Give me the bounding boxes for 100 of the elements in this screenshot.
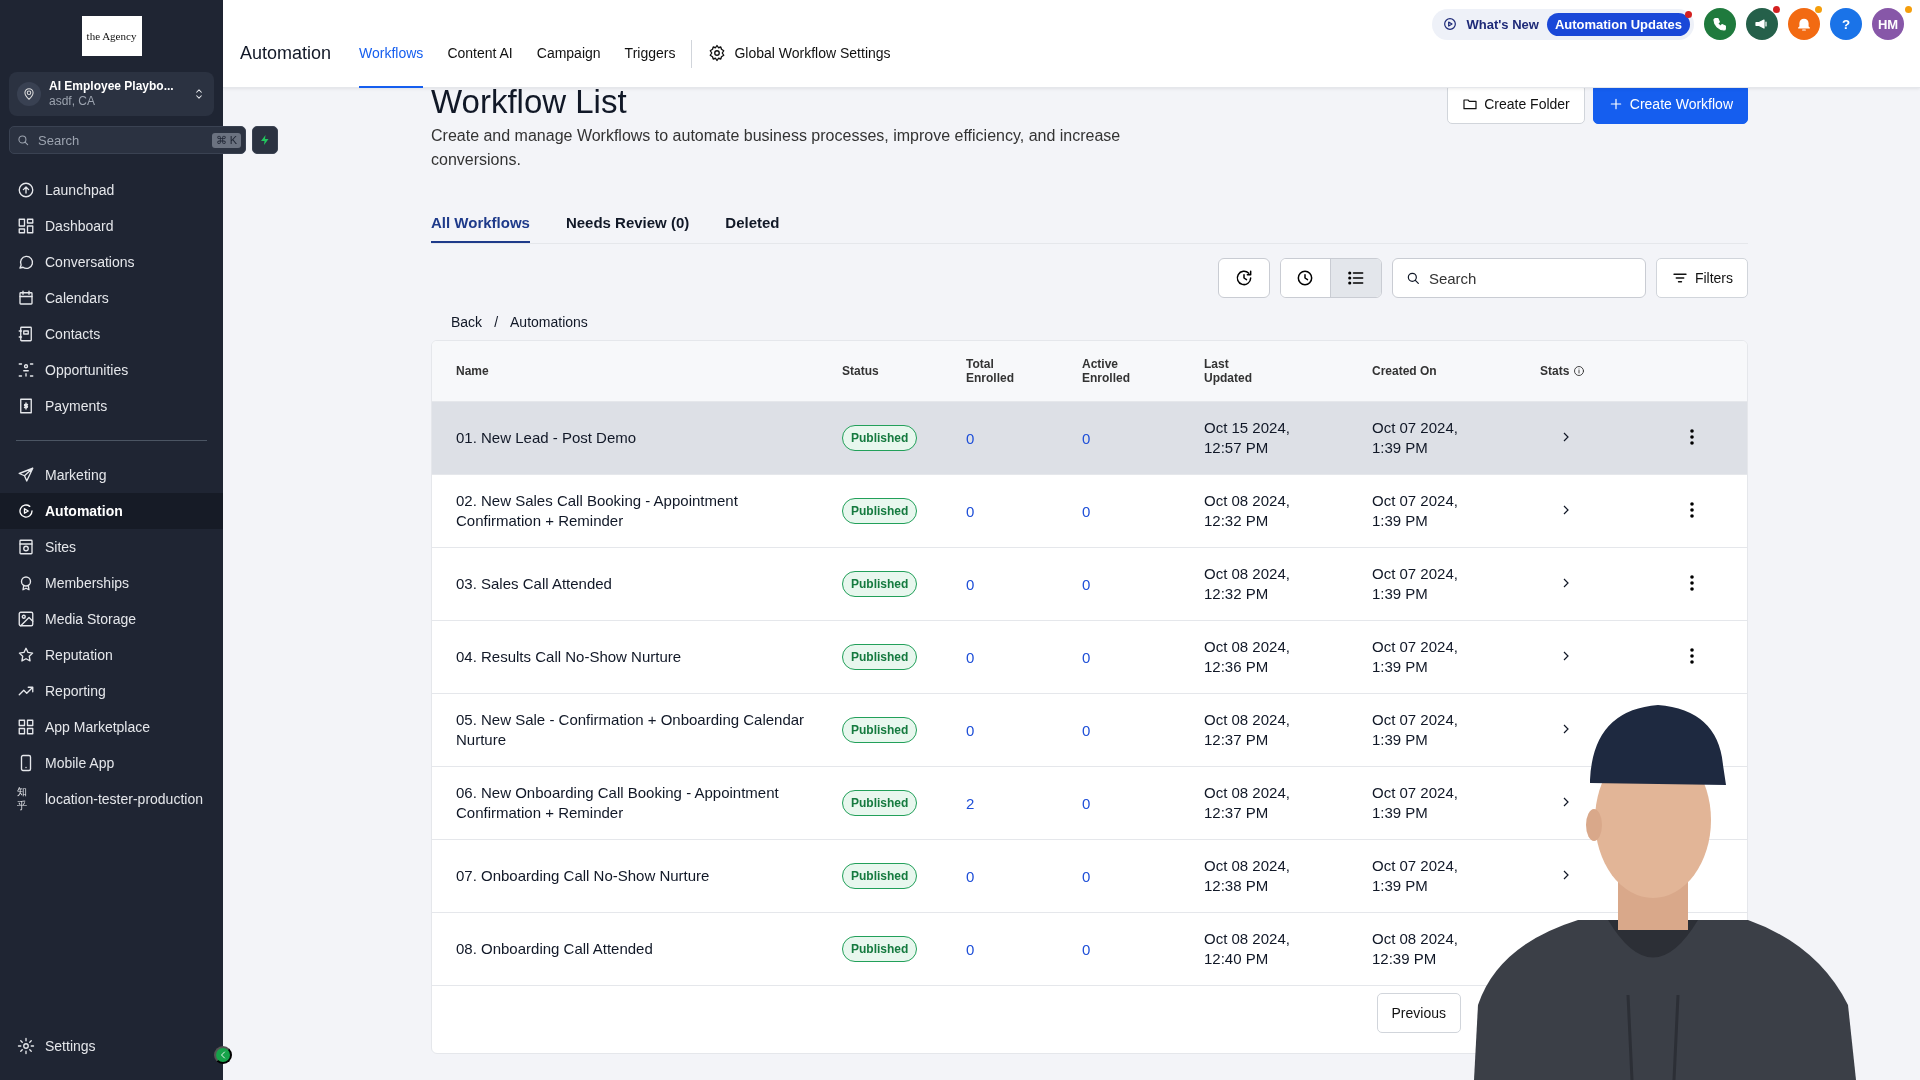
search-field[interactable]: Search: [1391, 258, 1646, 298]
sidebar-item[interactable]: Memberships: [0, 565, 223, 601]
sidebar-item[interactable]: Automation: [0, 493, 223, 529]
more-menu-icon[interactable]: [1690, 428, 1694, 445]
history-button[interactable]: [1217, 258, 1270, 298]
last-updated: Oct 08 2024, 12:37 PM: [1204, 710, 1291, 750]
workflow-name[interactable]: 01. New Lead - Post Demo: [456, 428, 842, 448]
created-on: Oct 07 2024, 1:39 PM: [1372, 418, 1459, 458]
column-header: Last Updated: [1204, 357, 1253, 385]
sidebar-item[interactable]: Launchpad: [0, 172, 223, 208]
workflow-name[interactable]: 07. Onboarding Call No-Show Nurture: [456, 866, 842, 886]
filters-button[interactable]: Filters: [1655, 258, 1748, 298]
account-location: asdf, CA: [49, 94, 97, 109]
sidebar-item[interactable]: Marketing: [0, 457, 223, 493]
search-input[interactable]: Search: [36, 131, 206, 149]
filter-tab[interactable]: All Workflows: [431, 214, 530, 243]
sidebar-item[interactable]: App Marketplace: [0, 709, 223, 745]
sidebar-item[interactable]: Opportunities: [0, 352, 223, 388]
whats-new-pill[interactable]: What's New Automation Updates: [1432, 8, 1694, 40]
sidebar-item[interactable]: Conversations: [0, 244, 223, 280]
bell-icon: [1796, 16, 1812, 32]
sidebar-item[interactable]: 知乎 location-tester-production: [0, 781, 223, 817]
phone-button[interactable]: [1704, 8, 1736, 40]
play-circle-icon: [17, 502, 35, 520]
account-name: AI Employee Playbo...: [49, 79, 175, 94]
notification-dot: [1685, 10, 1692, 18]
global-settings-link[interactable]: Global Workflow Settings: [708, 19, 891, 88]
megaphone-button[interactable]: [1746, 8, 1778, 40]
active-enrolled[interactable]: 0: [1082, 940, 1204, 958]
workflow-name[interactable]: 06. New Onboarding Call Booking - Appointment Confirmation + Reminder: [456, 783, 842, 823]
collapse-button[interactable]: [214, 1046, 232, 1064]
receipt-icon: [17, 397, 35, 415]
total-enrolled[interactable]: 2: [966, 794, 1082, 812]
more-menu-icon[interactable]: [1690, 574, 1694, 591]
sidebar-item[interactable]: Sites: [0, 529, 223, 565]
settings-item[interactable]: Settings: [0, 1028, 108, 1064]
info-icon: [1573, 365, 1586, 377]
total-enrolled[interactable]: 0: [966, 648, 1082, 666]
help-button[interactable]: ?: [1830, 8, 1862, 40]
column-header: Created On: [1372, 364, 1437, 378]
sidebar-item[interactable]: Contacts: [0, 316, 223, 352]
star-icon: [17, 646, 35, 664]
workflow-name[interactable]: 04. Results Call No-Show Nurture: [456, 647, 842, 667]
active-enrolled[interactable]: 0: [1082, 575, 1204, 593]
total-enrolled[interactable]: 0: [966, 502, 1082, 520]
last-updated: Oct 08 2024, 12:32 PM: [1204, 491, 1291, 531]
previous-button[interactable]: Previous: [1376, 993, 1461, 1033]
active-enrolled[interactable]: 0: [1082, 502, 1204, 520]
created-on: Oct 07 2024, 1:39 PM: [1372, 564, 1459, 604]
total-enrolled[interactable]: 0: [966, 575, 1082, 593]
sidebar-item[interactable]: Calendars: [0, 280, 223, 316]
active-enrolled[interactable]: 0: [1082, 867, 1204, 885]
sidebar-item[interactable]: Reputation: [0, 637, 223, 673]
account-switcher[interactable]: AI Employee Playbo... asdf, CA: [9, 72, 214, 116]
sidebar-item[interactable]: Mobile App: [0, 745, 223, 781]
breadcrumb-link[interactable]: Back: [451, 314, 483, 330]
active-enrolled[interactable]: 0: [1082, 648, 1204, 666]
total-enrolled[interactable]: 0: [966, 429, 1082, 447]
search-input[interactable]: Search: [1426, 268, 1633, 288]
column-header: Name: [456, 364, 489, 378]
filter-tab[interactable]: Deleted: [725, 214, 780, 243]
column-header: Total Enrolled: [966, 357, 1015, 385]
workflow-name[interactable]: 02. New Sales Call Booking - Appointment Confirmation + Reminder: [456, 491, 842, 531]
active-enrolled[interactable]: 0: [1082, 794, 1204, 812]
more-menu-icon[interactable]: [1690, 647, 1694, 664]
icon-text: 知乎: [17, 785, 28, 813]
sidebar-item[interactable]: Payments: [0, 388, 223, 424]
active-enrolled[interactable]: 0: [1082, 429, 1204, 447]
created-on: Oct 07 2024, 1:39 PM: [1372, 783, 1459, 823]
settings-icon: [17, 1037, 35, 1055]
lightning-icon: [259, 133, 271, 147]
sidebar-item[interactable]: Media Storage: [0, 601, 223, 637]
workflow-name[interactable]: 05. New Sale - Confirmation + Onboarding Calendar Nurture: [456, 710, 842, 750]
total-enrolled[interactable]: 0: [966, 867, 1082, 885]
view-toggle[interactable]: [1330, 259, 1381, 297]
last-updated: Oct 08 2024, 12:32 PM: [1204, 564, 1291, 604]
view-toggle[interactable]: [1280, 259, 1331, 297]
workflow-name[interactable]: 03. Sales Call Attended: [456, 574, 842, 594]
nav-tab[interactable]: Workflows: [359, 19, 424, 88]
last-updated: Oct 08 2024, 12:40 PM: [1204, 929, 1291, 969]
location-pin-icon: [22, 87, 36, 101]
sidebar-item[interactable]: Reporting: [0, 673, 223, 709]
active-enrolled[interactable]: 0: [1082, 721, 1204, 739]
sidebar-item[interactable]: Dashboard: [0, 208, 223, 244]
filter-tab[interactable]: Needs Review (0): [565, 214, 690, 243]
total-enrolled[interactable]: 0: [966, 940, 1082, 958]
notification-dot: [1905, 6, 1912, 13]
bell-button[interactable]: [1788, 8, 1820, 40]
quick-action-button[interactable]: [252, 126, 278, 154]
updates-badge[interactable]: Automation Updates: [1546, 12, 1690, 36]
status-badge: Published: [842, 571, 918, 597]
phone-icon: [1712, 16, 1728, 32]
status-badge: Published: [842, 790, 918, 816]
total-enrolled[interactable]: 0: [966, 721, 1082, 739]
more-menu-icon[interactable]: [1690, 501, 1694, 518]
chat-bubble-icon: [17, 253, 35, 271]
gear-icon: [708, 43, 727, 62]
paper-plane-icon: [17, 466, 35, 484]
workflow-name[interactable]: 08. Onboarding Call Attended: [456, 939, 842, 959]
agency-logo[interactable]: the Agency: [81, 16, 142, 56]
